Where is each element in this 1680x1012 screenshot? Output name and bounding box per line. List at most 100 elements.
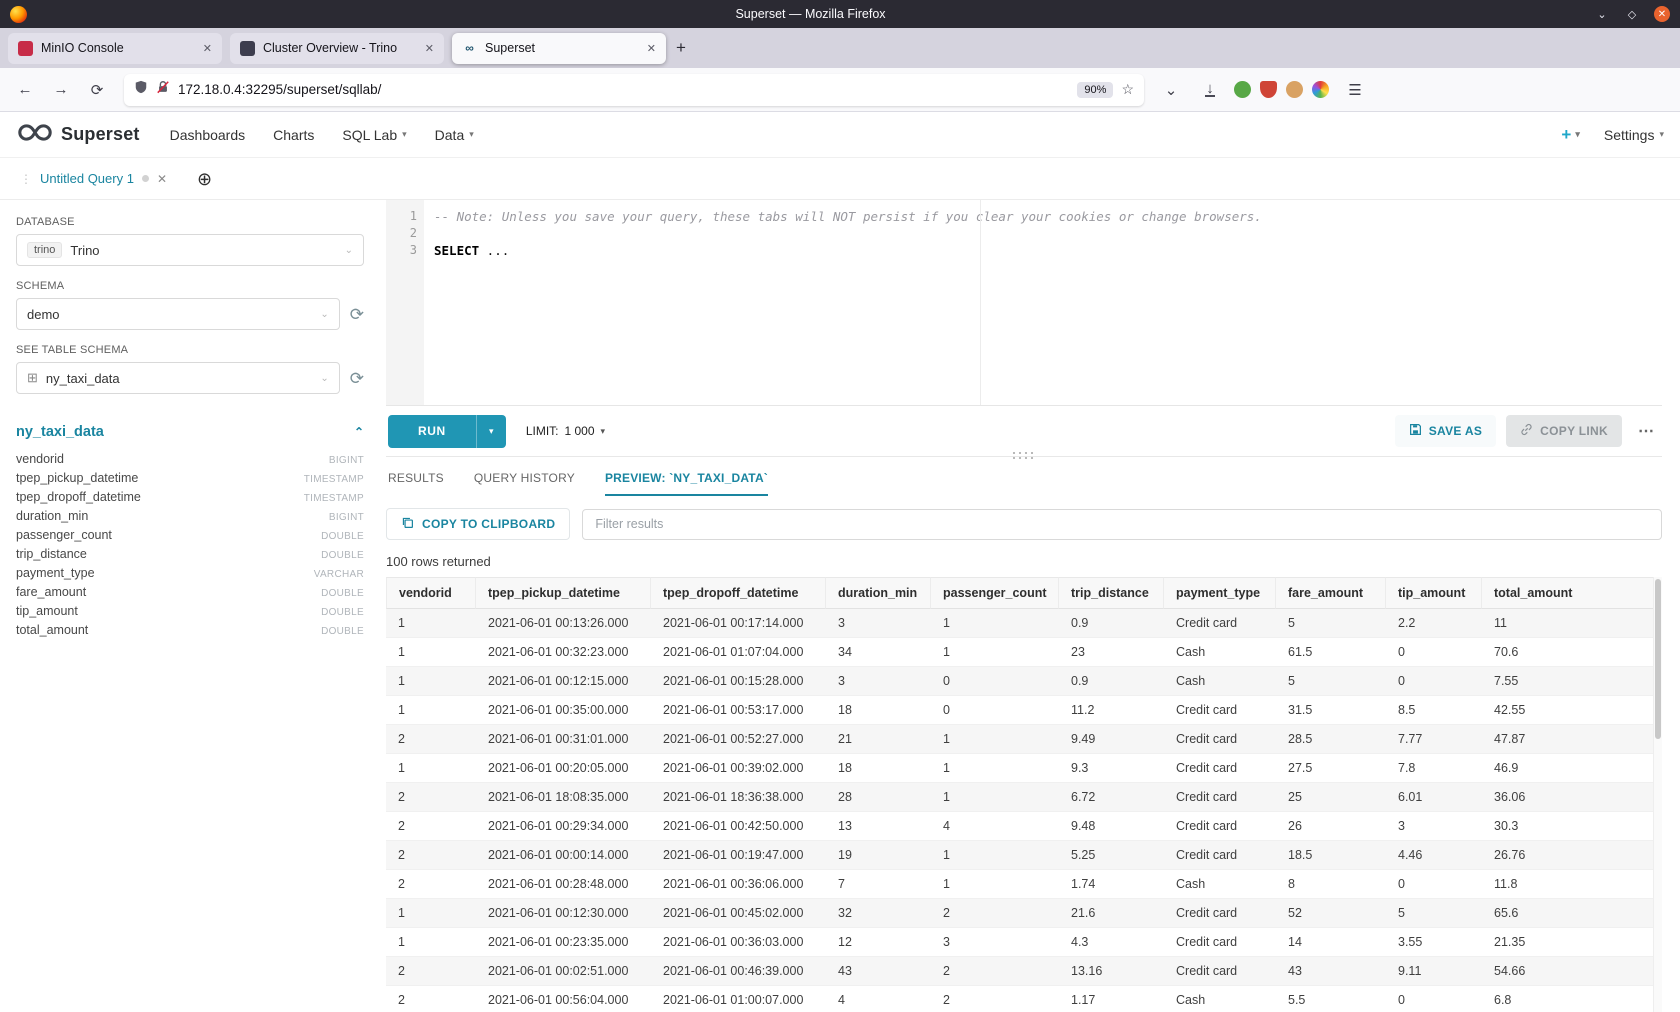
column-header[interactable]: payment_type <box>1164 577 1276 609</box>
column-name: passenger_count <box>16 528 321 542</box>
drag-handle-icon[interactable]: ⋮ <box>20 172 32 186</box>
run-button[interactable]: RUN ▾ <box>388 415 506 448</box>
table-cell: 2021-06-01 00:00:14.000 <box>476 841 651 870</box>
table-cell: 8 <box>1276 870 1386 899</box>
privacy-extension-icon[interactable] <box>1234 81 1251 98</box>
tab-results[interactable]: RESULTS <box>388 471 444 496</box>
reload-button[interactable]: ⟳ <box>82 75 112 105</box>
adblock-shield-icon[interactable] <box>1260 81 1277 98</box>
table-cell: Credit card <box>1164 783 1276 812</box>
add-query-tab-button[interactable]: ⊕ <box>197 170 212 188</box>
browser-tab-title: Cluster Overview - Trino <box>263 41 417 55</box>
browser-tab[interactable]: MinIO Console✕ <box>8 33 222 64</box>
browser-tab[interactable]: ∞Superset✕ <box>452 33 666 64</box>
table-cell: 2021-06-01 00:02:51.000 <box>476 957 651 986</box>
new-item-button[interactable]: + ▾ <box>1561 125 1579 145</box>
database-select[interactable]: trino Trino ⌄ <box>16 234 364 266</box>
tab-close-icon[interactable]: ✕ <box>647 42 656 55</box>
column-header[interactable]: tpep_pickup_datetime <box>476 577 651 609</box>
window-minimize-button[interactable]: ⌄ <box>1594 6 1610 22</box>
connection-security-icon[interactable] <box>156 80 170 99</box>
url-bar[interactable]: 172.18.0.4:32295/superset/sqllab/ 90% ☆ <box>124 74 1144 106</box>
column-header[interactable]: vendorid <box>386 577 476 609</box>
column-header[interactable]: tpep_dropoff_datetime <box>651 577 826 609</box>
column-header[interactable]: trip_distance <box>1059 577 1164 609</box>
pocket-icon[interactable]: ⌄ <box>1156 75 1186 105</box>
editor-code-area[interactable]: -- Note: Unless you save your query, the… <box>424 200 1662 405</box>
more-options-button[interactable]: ⋯ <box>1632 421 1660 441</box>
splitter-grip-icon[interactable] <box>1011 452 1037 460</box>
new-tab-button[interactable]: + <box>676 38 686 58</box>
collapse-table-icon[interactable]: ⌃ <box>354 425 364 439</box>
table-cell: 25 <box>1276 783 1386 812</box>
filter-results-input[interactable] <box>582 509 1662 540</box>
close-query-tab-icon[interactable]: ✕ <box>157 172 167 186</box>
window-close-button[interactable]: ✕ <box>1654 6 1670 22</box>
cookie-extension-icon[interactable] <box>1286 81 1303 98</box>
column-header[interactable]: tip_amount <box>1386 577 1482 609</box>
table-cell: 1 <box>931 725 1059 754</box>
schema-select[interactable]: demo ⌄ <box>16 298 340 330</box>
nav-item-dashboards[interactable]: Dashboards <box>170 127 246 143</box>
tab-preview[interactable]: PREVIEW: `NY_TAXI_DATA` <box>605 471 768 496</box>
back-button[interactable]: ← <box>10 75 40 105</box>
window-titlebar: Superset — Mozilla Firefox ⌄ ◇ ✕ <box>0 0 1680 28</box>
table-cell: 2021-06-01 00:45:02.000 <box>651 899 826 928</box>
run-options-caret-icon[interactable]: ▾ <box>476 415 506 448</box>
bookmark-star-icon[interactable]: ☆ <box>1121 81 1134 98</box>
table-cell: Credit card <box>1164 899 1276 928</box>
tab-close-icon[interactable]: ✕ <box>425 42 434 55</box>
downloads-icon[interactable]: ↓ <box>1195 75 1225 105</box>
table-name-link[interactable]: ny_taxi_data <box>16 424 354 440</box>
sql-editor[interactable]: 1 2 3 -- Note: Unless you save your quer… <box>386 200 1662 406</box>
column-name: duration_min <box>16 509 329 523</box>
refresh-schemas-icon[interactable]: ⟳ <box>350 306 364 323</box>
sqllab-sidebar: DATABASE trino Trino ⌄ SCHEMA demo ⌄ ⟳ S… <box>0 200 380 1012</box>
column-header[interactable]: passenger_count <box>931 577 1059 609</box>
pane-splitter[interactable] <box>386 456 1662 457</box>
nav-item-data[interactable]: Data▾ <box>435 127 474 143</box>
results-area: vendoridtpep_pickup_datetimetpep_dropoff… <box>386 577 1662 1012</box>
nav-item-sql-lab[interactable]: SQL Lab▾ <box>342 127 406 143</box>
unsaved-dot-icon <box>142 175 149 182</box>
column-name: tip_amount <box>16 604 321 618</box>
settings-menu[interactable]: Settings ▾ <box>1604 127 1664 143</box>
db-engine-badge: trino <box>27 242 62 258</box>
menu-icon[interactable]: ☰ <box>1340 75 1370 105</box>
column-header[interactable]: duration_min <box>826 577 931 609</box>
tab-close-icon[interactable]: ✕ <box>203 42 212 55</box>
table-cell: 65.6 <box>1482 899 1662 928</box>
tracking-protection-shield-icon[interactable] <box>134 80 148 99</box>
zoom-indicator[interactable]: 90% <box>1077 82 1113 98</box>
column-type: BIGINT <box>329 455 364 466</box>
tab-query-history[interactable]: QUERY HISTORY <box>474 471 575 496</box>
column-header[interactable]: total_amount <box>1482 577 1662 609</box>
query-tab-title[interactable]: Untitled Query 1 <box>40 171 134 186</box>
refresh-tables-icon[interactable]: ⟳ <box>350 370 364 387</box>
table-cell: 21.6 <box>1059 899 1164 928</box>
window-maximize-button[interactable]: ◇ <box>1624 6 1640 22</box>
limit-dropdown[interactable]: LIMIT: 1 000 ▾ <box>526 424 605 438</box>
table-cell: 2021-06-01 00:20:05.000 <box>476 754 651 783</box>
table-cell: 28.5 <box>1276 725 1386 754</box>
copy-link-button[interactable]: COPY LINK <box>1506 415 1622 447</box>
table-cell: 2 <box>386 986 476 1012</box>
save-as-button[interactable]: SAVE AS <box>1395 415 1496 447</box>
table-select[interactable]: ⊞ ny_taxi_data ⌄ <box>16 362 340 394</box>
results-scrollbar[interactable] <box>1653 577 1662 1012</box>
table-cell: 2021-06-01 01:00:07.000 <box>651 986 826 1012</box>
query-tab[interactable]: ⋮ Untitled Query 1 ✕ <box>12 171 175 186</box>
table-cell: 2 <box>386 870 476 899</box>
copy-to-clipboard-button[interactable]: COPY TO CLIPBOARD <box>386 508 570 540</box>
forward-button[interactable]: → <box>46 75 76 105</box>
table-row: 12021-06-01 00:13:26.0002021-06-01 00:17… <box>386 609 1662 638</box>
table-cell: 2021-06-01 00:17:14.000 <box>651 609 826 638</box>
superset-logo[interactable]: Superset <box>16 122 140 148</box>
browser-tab[interactable]: Cluster Overview - Trino ✕ <box>230 33 444 64</box>
nav-item-charts[interactable]: Charts <box>273 127 314 143</box>
pinwheel-extension-icon[interactable] <box>1312 81 1329 98</box>
scrollbar-thumb[interactable] <box>1655 579 1661 739</box>
column-header[interactable]: fare_amount <box>1276 577 1386 609</box>
column-type: VARCHAR <box>314 569 364 580</box>
url-text[interactable]: 172.18.0.4:32295/superset/sqllab/ <box>178 82 1069 97</box>
